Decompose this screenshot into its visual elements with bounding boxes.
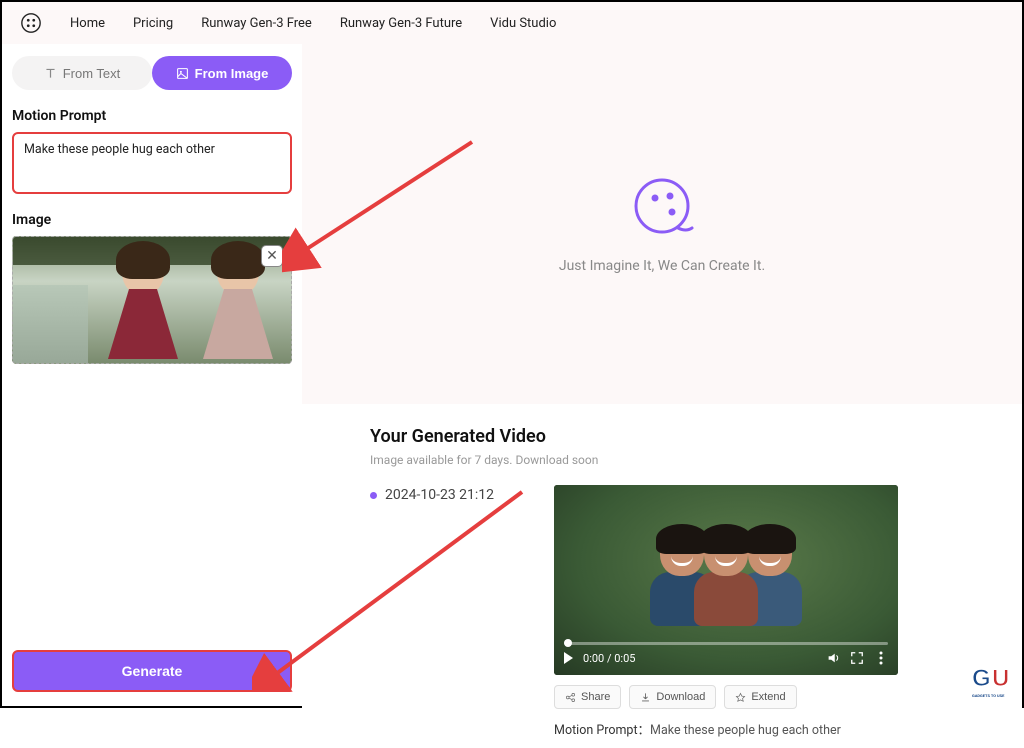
generated-subtitle: Image available for 7 days. Download soo…: [370, 453, 982, 467]
extend-label: Extend: [751, 691, 785, 703]
svg-text:U: U: [992, 665, 1009, 692]
right-area: Just Imagine It, We Can Create It. Your …: [302, 44, 1022, 704]
nav-runway-free[interactable]: Runway Gen-3 Free: [201, 16, 312, 31]
timestamp-text: 2024-10-23 21:12: [385, 487, 494, 503]
nav-home[interactable]: Home: [70, 16, 105, 31]
nav-pricing[interactable]: Pricing: [133, 16, 173, 31]
generated-timestamp: 2024-10-23 21:12: [370, 485, 494, 503]
download-button[interactable]: Download: [629, 685, 716, 709]
nav-runway-future[interactable]: Runway Gen-3 Future: [340, 16, 462, 31]
nav-vidu[interactable]: Vidu Studio: [490, 16, 556, 31]
film-reel-hero-icon: [630, 174, 694, 238]
from-image-tab[interactable]: From Image: [152, 56, 292, 90]
generated-section: Your Generated Video Image available for…: [302, 404, 1022, 748]
play-icon[interactable]: [564, 652, 573, 664]
text-icon: [44, 67, 57, 80]
generate-button[interactable]: Generate: [12, 650, 292, 692]
motion-prompt-label: Motion Prompt: [12, 108, 292, 124]
download-icon: [640, 692, 651, 703]
fullscreen-icon[interactable]: [850, 651, 864, 665]
more-icon[interactable]: [874, 651, 888, 665]
from-image-label: From Image: [195, 66, 269, 81]
share-icon: [565, 692, 576, 703]
share-label: Share: [581, 691, 610, 703]
video-time: 0:00 / 0:05: [583, 652, 635, 665]
from-text-label: From Text: [63, 66, 121, 81]
caption-label: Motion Prompt：: [554, 723, 650, 738]
video-controls: 0:00 / 0:05: [554, 641, 898, 675]
extend-icon: [735, 692, 746, 703]
caption-text: Make these people hug each other: [650, 723, 841, 738]
svg-text:G: G: [972, 665, 991, 692]
film-reel-logo-icon: [20, 12, 42, 34]
video-caption: Motion Prompt：Make these people hug each…: [554, 719, 898, 738]
image-section-label: Image: [12, 212, 292, 228]
image-icon: [176, 67, 189, 80]
uploaded-image[interactable]: ✕: [12, 236, 292, 364]
remove-image-button[interactable]: ✕: [261, 245, 283, 267]
share-button[interactable]: Share: [554, 685, 621, 709]
sidebar: From Text From Image Motion Prompt Image…: [2, 44, 302, 704]
volume-icon[interactable]: [826, 651, 840, 665]
generated-title: Your Generated Video: [370, 426, 982, 447]
image-preview: [13, 237, 291, 363]
bullet-icon: [370, 492, 377, 499]
download-label: Download: [656, 691, 705, 703]
mode-toggle: From Text From Image: [12, 56, 292, 90]
from-text-tab[interactable]: From Text: [12, 56, 152, 90]
watermark: GUGADGETS TO USE: [970, 660, 1016, 700]
extend-button[interactable]: Extend: [724, 685, 796, 709]
top-nav: Home Pricing Runway Gen-3 Free Runway Ge…: [2, 2, 1022, 44]
video-player[interactable]: 0:00 / 0:05: [554, 485, 898, 675]
hero-section: Just Imagine It, We Can Create It.: [302, 44, 1022, 404]
svg-text:GADGETS TO USE: GADGETS TO USE: [972, 693, 1005, 698]
hero-tagline: Just Imagine It, We Can Create It.: [559, 258, 765, 274]
motion-prompt-input[interactable]: [12, 132, 292, 194]
video-actions: Share Download Extend: [554, 685, 898, 709]
close-icon: ✕: [266, 248, 278, 264]
